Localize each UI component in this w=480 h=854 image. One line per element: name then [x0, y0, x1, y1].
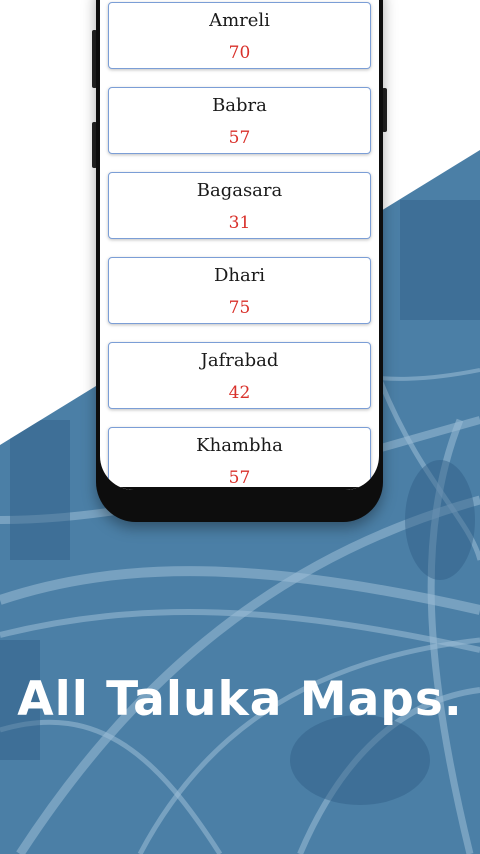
phone-frame: Amreli 70 Babra 57 Bagasara 31 Dhari 75 … — [96, 0, 383, 522]
taluka-list: Amreli 70 Babra 57 Bagasara 31 Dhari 75 … — [108, 2, 371, 490]
taluka-name: Amreli — [209, 10, 270, 31]
taluka-count: 75 — [228, 298, 251, 318]
taluka-name: Khambha — [196, 435, 283, 456]
taluka-count: 57 — [228, 128, 251, 148]
promo-headline: All Taluka Maps. — [17, 672, 463, 727]
taluka-name: Dhari — [213, 265, 266, 286]
taluka-count: 70 — [228, 43, 251, 63]
taluka-card[interactable]: Jafrabad 42 — [108, 342, 371, 409]
taluka-card[interactable]: Khambha 57 — [108, 427, 371, 490]
taluka-card[interactable]: Amreli 70 — [108, 2, 371, 69]
phone-screen: Amreli 70 Babra 57 Bagasara 31 Dhari 75 … — [100, 0, 379, 490]
taluka-card[interactable]: Dhari 75 — [108, 257, 371, 324]
taluka-count: 57 — [228, 468, 251, 488]
screen-bottom-bezel — [100, 487, 379, 490]
taluka-card[interactable]: Bagasara 31 — [108, 172, 371, 239]
taluka-name: Bagasara — [196, 180, 283, 201]
taluka-card[interactable]: Babra 57 — [108, 87, 371, 154]
taluka-count: 42 — [228, 383, 251, 403]
taluka-name: Jafrabad — [200, 350, 279, 371]
taluka-count: 31 — [228, 213, 251, 233]
taluka-name: Babra — [212, 95, 267, 116]
